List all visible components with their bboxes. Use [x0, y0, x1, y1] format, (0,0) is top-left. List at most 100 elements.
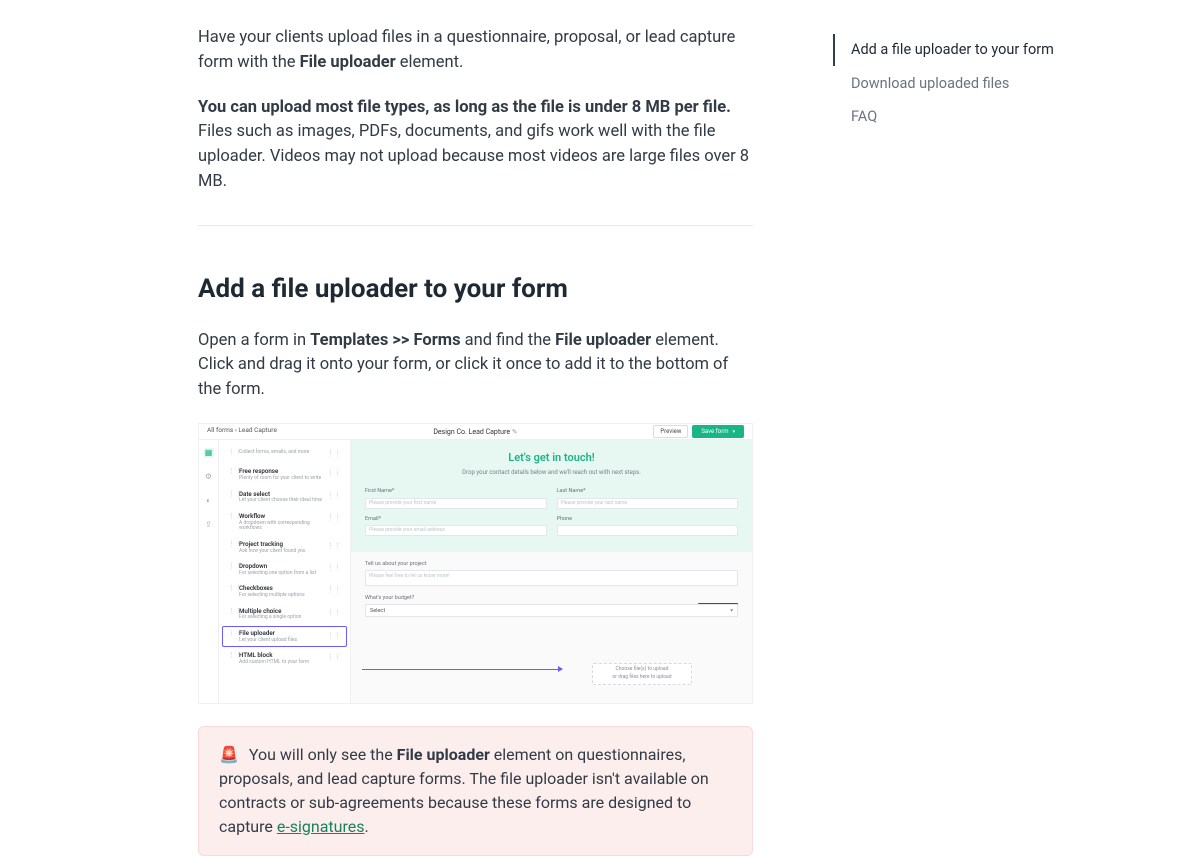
drag-handle-icon: ⋮⋮ [327, 585, 341, 596]
warning-callout: 🚨 You will only see the File uploader el… [198, 726, 753, 856]
form-canvas: Let's get in touch! Drop your contact de… [351, 440, 752, 703]
styles-tab-icon[interactable]: ◐ [204, 496, 214, 506]
element-desc: Let your client upload files [239, 638, 323, 644]
phone-label: Phone [557, 515, 739, 523]
drag-handle-icon: ⋮⋮ [327, 449, 341, 460]
first-name-input[interactable]: Please provide your first name [365, 498, 547, 509]
drag-handle-icon: ⋮⋮ [327, 491, 341, 502]
element-item[interactable]: ⋮⋮Free responsePlenty of room for your c… [222, 464, 347, 485]
form-title: Design Co. Lead Capture ✎ [199, 427, 752, 438]
email-input[interactable]: Please provide your email address [365, 525, 547, 536]
phone-input[interactable] [557, 525, 739, 536]
email-label: Email* [365, 515, 547, 523]
toc-item-add-uploader[interactable]: Add a file uploader to your form [833, 34, 1093, 66]
alarm-icon: 🚨 [219, 745, 239, 764]
drag-icon: ⋮⋮ [228, 468, 235, 475]
section-divider [198, 225, 753, 226]
share-tab-icon[interactable]: ⇪ [204, 520, 214, 530]
element-title: Workflow [239, 513, 323, 520]
save-form-button[interactable]: Save form [692, 425, 744, 439]
element-title: Multiple choice [239, 608, 323, 615]
section-paragraph: Open a form in Templates >> Forms and fi… [198, 329, 753, 403]
callout-text: You will only see the [249, 745, 397, 764]
element-desc: Plenty of room for your client to write [239, 476, 323, 482]
element-item[interactable]: ⋮⋮ Collect forms, emails, and more ⋮⋮ [222, 445, 347, 464]
element-desc: For selecting a single option [239, 615, 323, 621]
element-title: Checkboxes [239, 585, 323, 592]
text: Have your clients upload files in a ques… [198, 28, 735, 72]
drag-icon: ⋮⋮ [228, 449, 235, 456]
section-heading: Add a file uploader to your form [198, 270, 753, 309]
element-desc: Collect forms, emails, and more [239, 450, 323, 456]
drag-handle-icon: ⋮⋮ [327, 652, 341, 663]
element-file-uploader[interactable]: ⋮⋮ File uploaderLet your client upload fi… [222, 626, 347, 647]
drag-handle-icon: ⋮⋮ [327, 608, 341, 619]
drag-icon: ⋮⋮ [228, 630, 235, 637]
element-title: Project tracking [239, 541, 323, 548]
element-desc: Ask how your client found you [239, 549, 323, 555]
text: and find the [465, 331, 555, 350]
form-hero: Let's get in touch! Drop your contact de… [351, 440, 752, 552]
drag-icon: ⋮⋮ [228, 541, 235, 548]
drag-icon: ⋮⋮ [228, 491, 235, 498]
element-desc: A dropdown with corresponding workflows [239, 521, 323, 532]
drag-icon: ⋮⋮ [228, 585, 235, 592]
element-item[interactable]: ⋮⋮ Date selectLet your client choose thei… [222, 487, 347, 508]
screenshot-toolbar: All forms › Lead Capture Design Co. Lead… [199, 424, 752, 440]
settings-tab-icon[interactable]: ⚙ [204, 472, 214, 482]
element-item[interactable]: ⋮⋮HTML blockAdd custom HTML to your form… [222, 648, 347, 669]
last-name-input[interactable]: Please provide your last name [557, 498, 739, 509]
text: element. [400, 53, 464, 72]
element-item[interactable]: ⋮⋮ Project trackingAsk how your client fo… [222, 537, 347, 558]
budget-label: What's your budget? [365, 594, 738, 602]
form-hero-title: Let's get in touch! [365, 450, 738, 467]
element-item[interactable]: ⋮⋮ DropdownFor selecting one option from … [222, 559, 347, 580]
form-title-text: Design Co. Lead Capture [433, 428, 510, 436]
table-of-contents: Add a file uploader to your form Downloa… [833, 0, 1093, 856]
element-desc: For selecting multiple options [239, 593, 323, 599]
drag-icon: ⋮⋮ [228, 563, 235, 570]
element-desc: Add custom HTML to your form [239, 660, 323, 666]
last-name-label: Last Name* [557, 487, 739, 495]
dropzone-line2: or drag files here to upload [612, 674, 671, 682]
left-rail: ▦ ⚙ ◐ ⇪ [199, 440, 219, 703]
file-dropzone[interactable]: Choose file(s) to upload or drag files h… [592, 663, 692, 685]
text-bold: You can upload most file types, as long … [198, 98, 731, 117]
e-signatures-link[interactable]: e-signatures [277, 817, 365, 836]
intro-paragraph-2: You can upload most file types, as long … [198, 96, 753, 195]
drag-handle-icon: ⋮⋮ [327, 468, 341, 479]
drag-icon: ⋮⋮ [228, 608, 235, 615]
text-bold: File uploader [555, 331, 651, 350]
text-bold: Templates >> Forms [310, 331, 460, 350]
about-label: Tell us about your project [365, 560, 738, 568]
intro-paragraph-1: Have your clients upload files in a ques… [198, 26, 753, 76]
element-item[interactable]: ⋮⋮ WorkflowA dropdown with corresponding … [222, 509, 347, 536]
element-desc: Let your client choose their ideal time [239, 498, 323, 504]
toc-item-download[interactable]: Download uploaded files [833, 68, 1093, 100]
element-desc: For selecting one option from a list [239, 571, 323, 577]
callout-text: . [365, 817, 369, 836]
form-hero-sub: Drop your contact details below and we'l… [365, 468, 738, 477]
annotation-arrow [362, 669, 562, 670]
drag-handle-icon: ⋮⋮ [327, 513, 341, 524]
edit-title-icon[interactable]: ✎ [512, 428, 518, 436]
elements-tab-icon[interactable]: ▦ [204, 448, 214, 458]
text-bold: File uploader [300, 53, 396, 72]
text: Files such as images, PDFs, documents, a… [198, 122, 749, 191]
about-textarea[interactable]: Please feel free to let us know more! [365, 570, 738, 586]
screenshot-form-builder: All forms › Lead Capture Design Co. Lead… [198, 423, 753, 704]
element-title: Date select [239, 491, 323, 498]
elements-panel: ⋮⋮ Collect forms, emails, and more ⋮⋮ ⋮⋮Fr… [219, 440, 351, 703]
toc-item-faq[interactable]: FAQ [833, 101, 1093, 133]
element-title: Dropdown [239, 563, 323, 570]
element-item[interactable]: ⋮⋮ CheckboxesFor selecting multiple optio… [222, 581, 347, 602]
dropzone-line1: Choose file(s) to upload [616, 666, 669, 674]
drag-icon: ⋮⋮ [228, 652, 235, 659]
drag-handle-icon: ⋮⋮ [327, 630, 341, 641]
article-main: Have your clients upload files in a ques… [198, 0, 753, 856]
element-title: File uploader [239, 630, 323, 637]
element-item[interactable]: ⋮⋮ Multiple choiceFor selecting a single … [222, 604, 347, 625]
text: Open a form in [198, 331, 310, 350]
budget-select[interactable]: Select [365, 604, 738, 617]
drag-handle-icon: ⋮⋮ [327, 541, 341, 552]
